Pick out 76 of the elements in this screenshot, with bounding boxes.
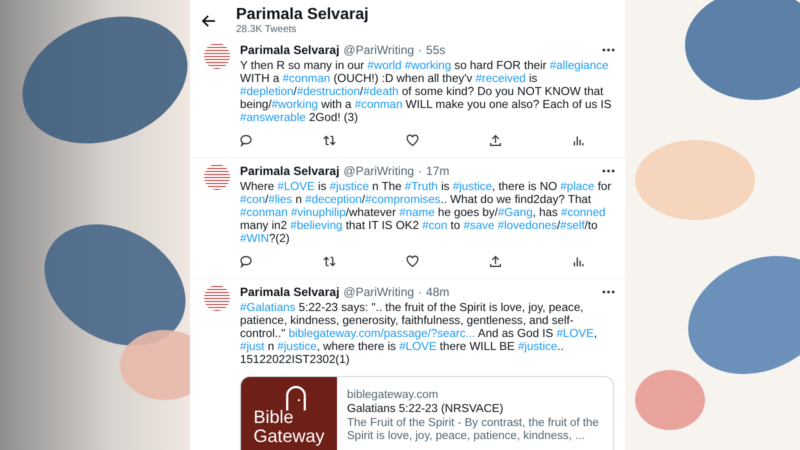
tweet-count: 28.3K Tweets	[236, 24, 298, 35]
logo-text: Gateway	[253, 427, 325, 446]
url-link[interactable]: biblegateway.com/passage/?searc...	[288, 327, 476, 340]
timestamp[interactable]: 55s	[426, 43, 446, 57]
hashtag-link[interactable]: #Galatians	[240, 301, 296, 314]
link-card[interactable]: Bible Gateway biblegateway.com Galatians 5:22-23 (NRSVACE) The Fruit of the Spirit - By contrast, the fruit of the Spirit is love, joy, peace, patience, kindness, ...	[240, 376, 614, 450]
more-icon[interactable]	[602, 48, 615, 52]
arch-icon	[285, 385, 307, 411]
hashtag-link[interactable]: #lovedones	[498, 219, 557, 232]
hashtag-link[interactable]: #justice	[330, 180, 369, 193]
hashtag-link[interactable]: #received	[475, 72, 526, 85]
heart-icon[interactable]	[406, 255, 419, 268]
hashtag-link[interactable]: #answerable	[240, 111, 306, 124]
author-name[interactable]: Parimala Selvaraj	[240, 285, 340, 299]
hashtag-link[interactable]: #allegiance	[550, 59, 608, 72]
hashtag-link[interactable]: #death	[363, 85, 399, 98]
hashtag-link[interactable]: #vinuphilip	[290, 206, 346, 219]
retweet-icon[interactable]	[323, 255, 336, 268]
timestamp[interactable]: 48m	[426, 285, 450, 299]
retweet-icon[interactable]	[323, 134, 336, 147]
analytics-icon[interactable]	[572, 134, 585, 147]
tweet-text: #Galatians 5:22-23 says: ".. the fruit of the Spirit is love, joy, peace, patience, kindness, generosity, faithfulness, gentleness, and self-control.." biblegateway.com/passage/?searc... And as God IS #LOVE, #just n #justice, where there is #LOVE there WILL BE #justice.. 15122022IST2302(1)	[240, 301, 598, 366]
hashtag-link[interactable]: #save	[463, 219, 498, 232]
hashtag-link[interactable]: #conman	[240, 206, 291, 219]
hashtag-link[interactable]: #believing	[290, 219, 342, 232]
hashtag-link[interactable]: #place	[560, 180, 594, 193]
more-icon[interactable]	[602, 169, 615, 173]
hashtag-link[interactable]: #con	[240, 193, 266, 206]
separator-dot: ·	[418, 285, 422, 299]
author-name[interactable]: Parimala Selvaraj	[240, 164, 340, 178]
logo-text: Bible	[253, 408, 294, 427]
hashtag-link[interactable]: #destruction	[296, 85, 360, 98]
hashtag-link[interactable]: #working	[404, 59, 452, 72]
hashtag-link[interactable]: #deception	[305, 193, 362, 206]
hashtag-link[interactable]: #justice	[277, 340, 317, 353]
hashtag-link[interactable]: #justice	[518, 340, 558, 353]
author-handle[interactable]: @PariWriting	[343, 164, 414, 178]
hashtag-link[interactable]: #Truth	[404, 180, 438, 193]
hashtag-link[interactable]: #world	[367, 59, 405, 72]
reply-icon[interactable]	[240, 134, 253, 147]
hashtag-link[interactable]: #LOVE	[399, 340, 437, 353]
author-name[interactable]: Parimala Selvaraj	[240, 43, 340, 57]
tweet-text: Where #LOVE is #justice n The #Truth is #justice, there is NO #place for #con/#lies n #deception/#compromises.. What do we find2day? That #conman #vinuphilip/whatever #name he goes by/#Gang, has #conned many in2 #believing that IT IS OK2 #con to #save #lovedones/#self/to #WIN?(2)	[240, 180, 612, 245]
hashtag-link[interactable]: #conman	[282, 72, 330, 85]
profile-name: Parimala Selvaraj	[236, 6, 369, 24]
hashtag-link[interactable]: #conman	[354, 98, 402, 111]
hashtag-link[interactable]: #working	[272, 98, 318, 111]
hashtag-link[interactable]: #LOVE	[556, 327, 594, 340]
analytics-icon[interactable]	[572, 255, 585, 268]
hashtag-link[interactable]: #self	[560, 219, 585, 232]
hashtag-link[interactable]: #compromises	[365, 193, 440, 206]
hashtag-link[interactable]: #justice	[452, 180, 492, 193]
hashtag-link[interactable]: #depletion	[240, 85, 294, 98]
more-icon[interactable]	[602, 290, 615, 294]
hashtag-link[interactable]: #con	[422, 219, 448, 232]
author-handle[interactable]: @PariWriting	[343, 43, 414, 57]
card-description: The Fruit of the Spirit - By contrast, the fruit of the Spirit is love, joy, peace, patience, kindness, ...	[347, 417, 600, 443]
hashtag-link[interactable]: #WIN	[240, 232, 269, 245]
hashtag-link[interactable]: #Gang	[498, 206, 533, 219]
back-arrow-icon[interactable]	[202, 14, 216, 26]
card-domain: biblegateway.com	[347, 389, 440, 402]
share-icon[interactable]	[489, 134, 502, 147]
timestamp[interactable]: 17m	[426, 164, 450, 178]
card-title: Galatians 5:22-23 (NRSVACE)	[347, 403, 504, 416]
reply-icon[interactable]	[240, 255, 253, 268]
separator-dot: ·	[418, 164, 422, 178]
separator-dot: ·	[418, 43, 422, 57]
hashtag-link[interactable]: #conned	[561, 206, 606, 219]
share-icon[interactable]	[489, 255, 502, 268]
hashtag-link[interactable]: #lies	[268, 193, 292, 206]
heart-icon[interactable]	[406, 134, 419, 147]
hashtag-link[interactable]: #name	[399, 206, 435, 219]
hashtag-link[interactable]: #LOVE	[277, 180, 315, 193]
hashtag-link[interactable]: #just	[240, 340, 264, 353]
tweet-text: Y then R so many in our #world #working so hard FOR their #allegiance WITH a #conman (OUCH!) :D when all they'v #received is #depletion/#destruction/#death of some kind? Do you NOT KNOW that being/#working with a #conman WILL make you one also? Each of us IS #answerable 2God! (3)	[240, 59, 612, 124]
author-handle[interactable]: @PariWriting	[343, 285, 414, 299]
